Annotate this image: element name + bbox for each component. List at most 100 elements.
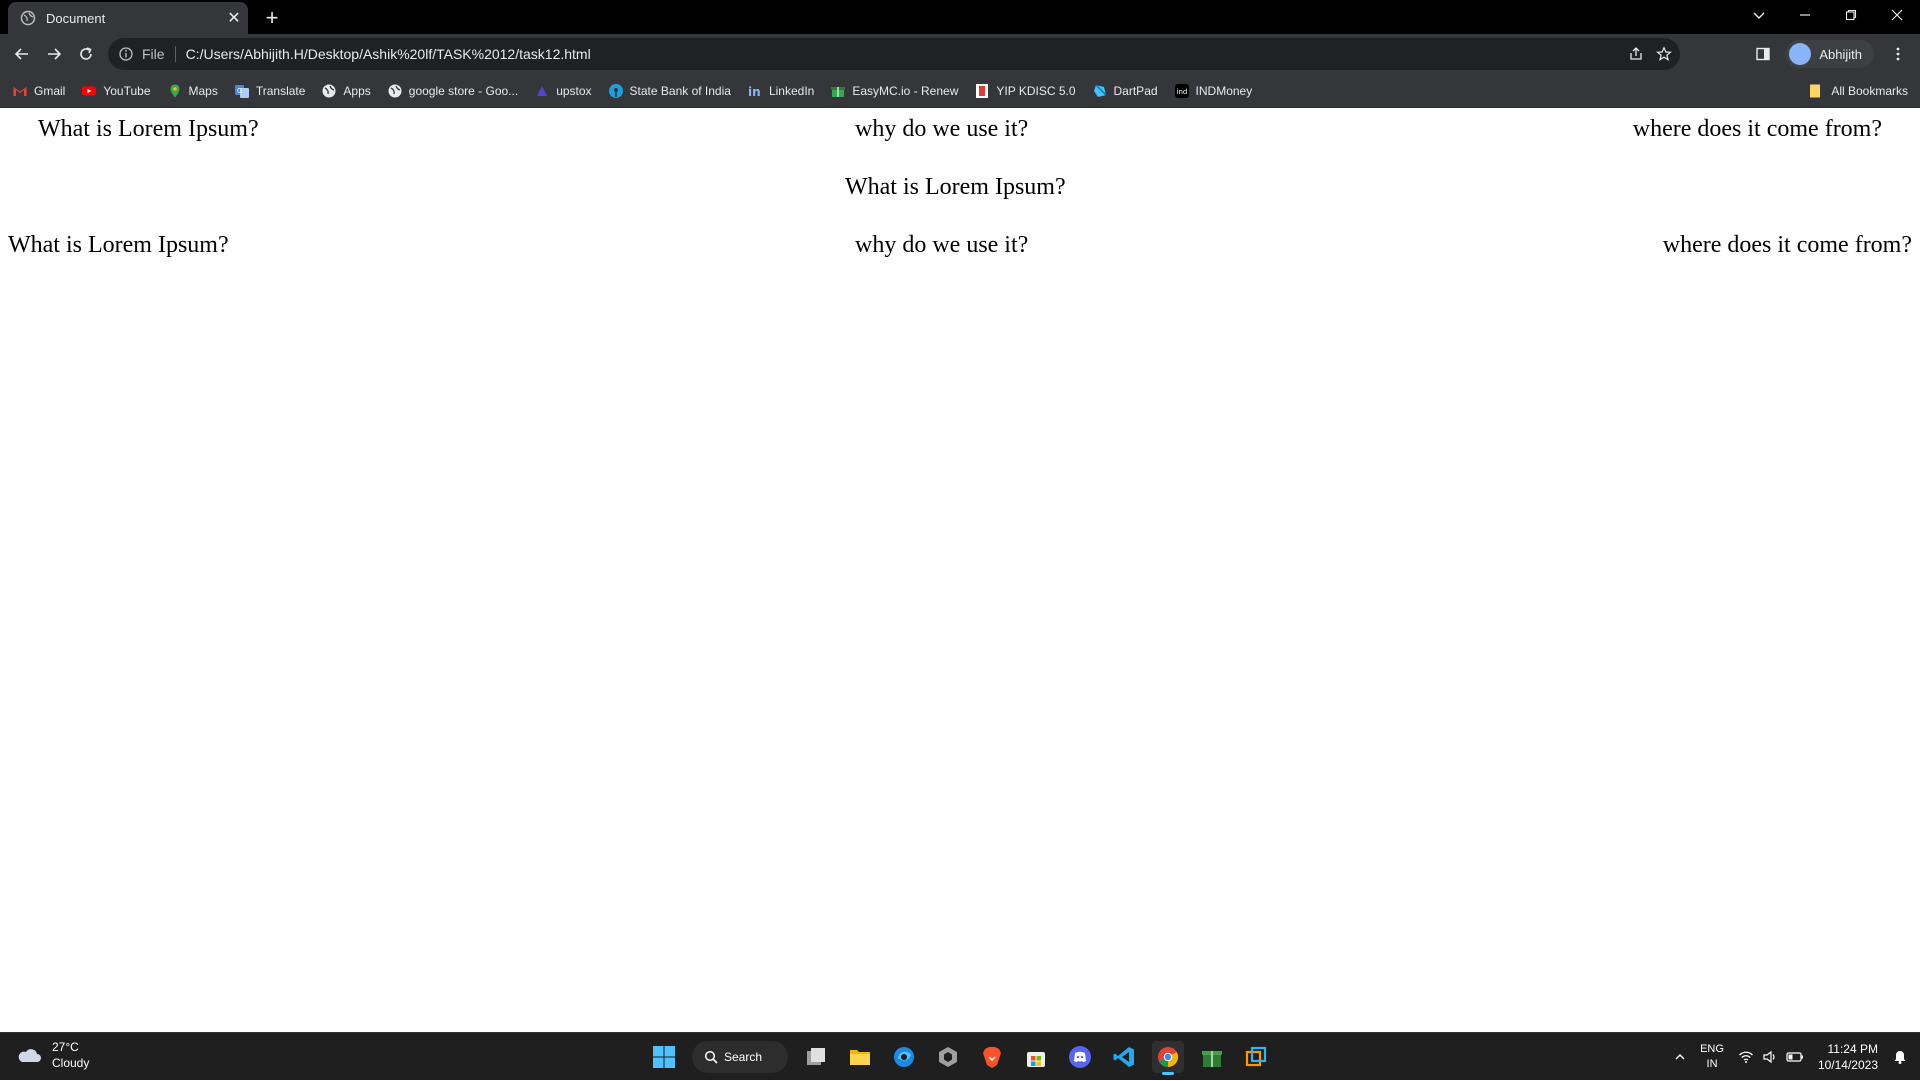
unity-button[interactable] xyxy=(932,1041,964,1073)
battery-icon xyxy=(1786,1052,1803,1062)
url-text[interactable]: C:/Users/Abhijith.H/Desktop/Ashik%20lf/T… xyxy=(186,46,591,62)
discord-icon xyxy=(1069,1046,1091,1068)
bookmark-maps[interactable]: Maps xyxy=(167,83,218,99)
bookmark-sbi[interactable]: State Bank of India xyxy=(608,83,731,99)
row2-center-text: What is Lorem Ipsum? xyxy=(845,174,1066,200)
bookmark-linkedin[interactable]: in LinkedIn xyxy=(747,83,814,99)
heading-row-2: What is Lorem Ipsum? xyxy=(0,174,1920,214)
edge-icon xyxy=(894,1047,914,1067)
gift-icon xyxy=(831,86,846,97)
bookmark-label: Gmail xyxy=(34,83,66,98)
minimize-button[interactable] xyxy=(1782,0,1828,30)
url-scheme-label: File xyxy=(142,46,165,62)
bookmarks-bar: Gmail YouTube Maps G Translate Apps goog… xyxy=(0,74,1920,108)
language-secondary: IN xyxy=(1706,1058,1718,1070)
indmoney-icon: ind xyxy=(1174,83,1189,98)
heading-row-1: What is Lorem Ipsum? why do we use it? w… xyxy=(0,116,1920,156)
language-primary: ENG xyxy=(1700,1043,1724,1055)
back-arrow-icon xyxy=(14,48,28,60)
start-button[interactable] xyxy=(648,1041,680,1073)
windows-copy-icon xyxy=(1245,1046,1267,1067)
gift-app-button[interactable] xyxy=(1196,1041,1228,1073)
bookmark-translate[interactable]: G Translate xyxy=(234,83,306,99)
gmail-icon xyxy=(13,86,27,96)
notification-bell-icon[interactable] xyxy=(1892,1049,1908,1065)
heading-row-3: What is Lorem Ipsum? why do we use it? w… xyxy=(0,232,1920,272)
side-panel-icon xyxy=(1756,47,1771,61)
bookmark-youtube[interactable]: YouTube xyxy=(81,83,151,99)
bookmark-label: google store - Goo... xyxy=(408,83,519,98)
svg-text:in: in xyxy=(748,85,761,99)
folder-icon xyxy=(850,1050,870,1065)
info-icon[interactable] xyxy=(118,46,134,62)
tab-search-chevron-icon[interactable] xyxy=(1736,0,1782,30)
globe-icon xyxy=(20,10,36,26)
clock[interactable]: 11:24 PM 10/14/2023 xyxy=(1818,1041,1878,1073)
vscode-button[interactable] xyxy=(1108,1041,1140,1073)
edge-button[interactable] xyxy=(888,1041,920,1073)
vscode-icon xyxy=(1113,1047,1134,1067)
share-icon[interactable] xyxy=(1628,46,1644,62)
bookmark-gmail[interactable]: Gmail xyxy=(12,83,65,99)
close-tab-icon[interactable]: ✕ xyxy=(220,8,248,28)
copy-app-button[interactable] xyxy=(1240,1041,1272,1073)
forward-button[interactable] xyxy=(38,38,70,70)
speaker-icon xyxy=(1763,1050,1775,1064)
quick-settings[interactable] xyxy=(1738,1049,1804,1065)
bookmark-label: Translate xyxy=(255,83,306,98)
unity-icon xyxy=(939,1047,957,1067)
language-indicator[interactable]: ENG IN xyxy=(1700,1042,1724,1072)
side-panel-button[interactable] xyxy=(1747,38,1779,70)
bookmark-label: EasyMC.io - Renew xyxy=(852,83,959,98)
microsoft-store-button[interactable] xyxy=(1020,1041,1052,1073)
weather-widget[interactable]: 27°C Cloudy xyxy=(16,1039,89,1071)
windows-taskbar: 27°C Cloudy Search ENG IN 11:24 PM 10/14… xyxy=(0,1032,1920,1080)
reload-icon xyxy=(80,47,92,60)
discord-button[interactable] xyxy=(1064,1041,1096,1073)
close-window-button[interactable] xyxy=(1874,0,1920,30)
kebab-menu-icon xyxy=(1896,47,1900,61)
taskbar-apps: Search xyxy=(648,1039,1272,1075)
bookmark-apps[interactable]: Apps xyxy=(321,83,371,99)
avatar xyxy=(1789,43,1812,65)
task-view-button[interactable] xyxy=(800,1041,832,1073)
reload-button[interactable] xyxy=(70,38,102,70)
address-bar[interactable]: File C:/Users/Abhijith.H/Desktop/Ashik%2… xyxy=(108,38,1680,70)
row3-center-text: why do we use it? xyxy=(855,232,1029,258)
weather-temperature: 27°C xyxy=(52,1040,79,1054)
folder-icon xyxy=(1810,84,1821,98)
svg-text:G: G xyxy=(237,87,242,95)
tab-document[interactable]: Document ✕ xyxy=(8,2,248,34)
chevron-up-icon[interactable] xyxy=(1674,1051,1686,1063)
all-bookmarks-button[interactable]: All Bookmarks xyxy=(1807,74,1908,108)
bookmark-upstox[interactable]: upstox xyxy=(534,83,592,99)
browser-toolbar: File C:/Users/Abhijith.H/Desktop/Ashik%2… xyxy=(0,34,1920,74)
bookmark-yip-kdisc[interactable]: YIP KDISC 5.0 xyxy=(974,83,1076,99)
bookmark-dartpad[interactable]: DartPad xyxy=(1092,83,1158,99)
row1-right-text: where does it come from? xyxy=(1632,116,1882,142)
back-button[interactable] xyxy=(6,38,38,70)
chrome-button[interactable] xyxy=(1152,1041,1184,1075)
bookmark-google-store[interactable]: google store - Goo... xyxy=(387,83,518,99)
system-tray: ENG IN 11:24 PM 10/14/2023 xyxy=(1674,1033,1908,1081)
tab-strip: Document ✕ + xyxy=(0,0,1920,34)
brave-lion-icon xyxy=(983,1047,1001,1068)
search-label: Search xyxy=(724,1050,763,1064)
bookmark-easymc[interactable]: EasyMC.io - Renew xyxy=(830,83,958,99)
new-tab-button[interactable]: + xyxy=(258,4,286,32)
file-explorer-button[interactable] xyxy=(844,1041,876,1073)
youtube-icon xyxy=(82,86,97,95)
bookmark-label: YIP KDISC 5.0 xyxy=(996,83,1076,98)
upstox-icon xyxy=(537,85,548,96)
star-icon[interactable] xyxy=(1656,46,1672,62)
active-app-indicator xyxy=(1162,1072,1174,1075)
taskbar-search[interactable]: Search xyxy=(692,1041,788,1073)
globe-icon xyxy=(322,84,336,97)
restore-button[interactable] xyxy=(1828,0,1874,30)
menu-button[interactable] xyxy=(1882,38,1914,70)
profile-button[interactable]: Abhijith xyxy=(1785,40,1874,68)
bookmark-indmoney[interactable]: ind INDMoney xyxy=(1174,83,1252,99)
brave-button[interactable] xyxy=(976,1041,1008,1073)
windows-logo-icon xyxy=(653,1046,675,1068)
profile-name: Abhijith xyxy=(1819,46,1862,62)
